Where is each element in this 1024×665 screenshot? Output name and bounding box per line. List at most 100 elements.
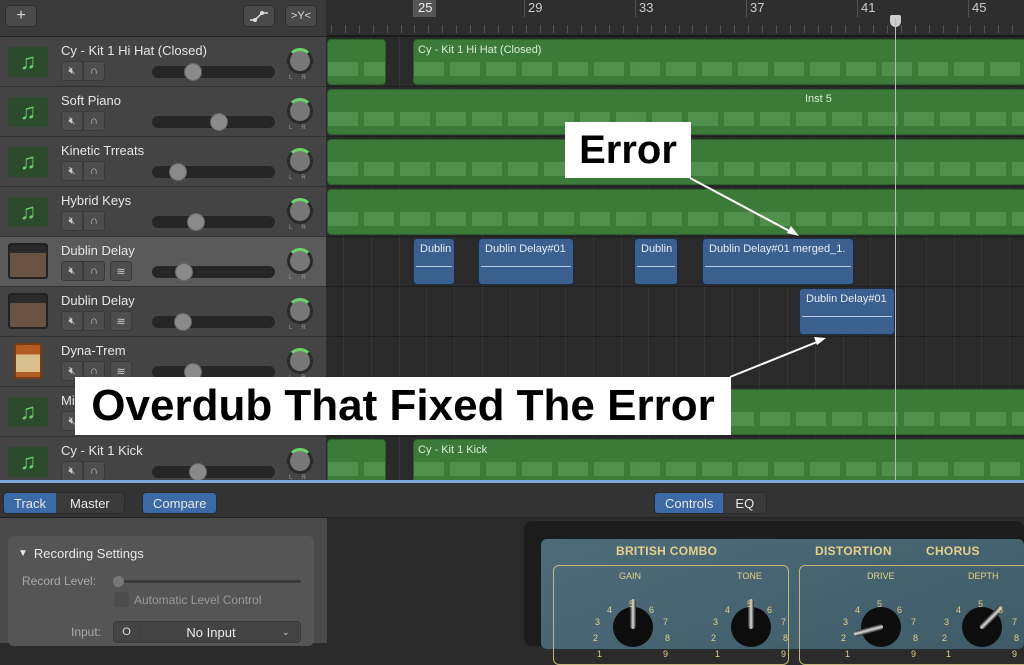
solo-button[interactable]: ∩ — [83, 161, 105, 181]
automation-button[interactable] — [243, 5, 275, 27]
mute-button[interactable]: 🔇︎ — [61, 61, 83, 81]
pan-knob[interactable] — [287, 98, 313, 124]
ruler-tick — [914, 25, 916, 33]
pan-knob[interactable] — [287, 148, 313, 174]
tone-knob[interactable] — [731, 599, 771, 647]
track-name[interactable]: Dublin Delay — [61, 243, 135, 258]
midi-region[interactable] — [327, 439, 386, 480]
recording-settings-header[interactable]: ▼ Recording Settings — [18, 546, 144, 561]
volume-slider[interactable] — [152, 63, 275, 81]
track-name[interactable]: Dyna-Trem — [61, 343, 126, 358]
grid-line — [370, 287, 372, 336]
tab-track[interactable]: Track — [4, 493, 57, 513]
volume-slider-knob[interactable] — [186, 213, 205, 231]
volume-slider[interactable] — [152, 163, 275, 181]
solo-button[interactable]: ∩ — [83, 261, 105, 281]
record-level-slider[interactable] — [113, 576, 301, 587]
audio-region[interactable]: Dublin Delay#01 — [478, 238, 574, 285]
volume-slider[interactable] — [152, 313, 275, 331]
mute-button[interactable]: 🔇︎ — [61, 111, 83, 131]
volume-slider[interactable] — [152, 263, 275, 281]
pan-knob[interactable] — [287, 198, 313, 224]
track-header[interactable]: Dublin Delay 🔇︎ ∩ ≋ LR — [0, 237, 326, 287]
add-track-button[interactable]: + — [5, 5, 37, 27]
ruler-tick — [956, 25, 958, 33]
pan-knob[interactable] — [287, 248, 313, 274]
volume-slider-knob[interactable] — [183, 63, 202, 81]
track-name[interactable]: Cy - Kit 1 Kick — [61, 443, 143, 458]
ruler-tick — [887, 25, 888, 33]
track-lane[interactable] — [327, 287, 1024, 337]
grid-line — [731, 337, 733, 386]
input-monitoring-button[interactable]: ≋ — [110, 261, 132, 281]
volume-slider[interactable] — [152, 213, 275, 231]
volume-slider-knob[interactable] — [188, 463, 207, 481]
volume-slider-knob[interactable] — [175, 263, 194, 281]
midi-region[interactable]: Cy - Kit 1 Kick — [413, 439, 1024, 480]
pan-knob[interactable] — [287, 348, 313, 374]
ruler-tick — [831, 25, 833, 33]
midi-region[interactable] — [327, 189, 1024, 235]
catch-playhead-button[interactable]: >Y< — [285, 5, 317, 27]
alc-checkbox[interactable] — [114, 592, 129, 607]
solo-button[interactable]: ∩ — [83, 111, 105, 131]
pan-knob[interactable] — [287, 448, 313, 474]
drive-knob[interactable] — [853, 607, 901, 647]
knob-label: TONE — [737, 571, 762, 581]
record-level-knob[interactable] — [113, 576, 124, 587]
bar-ruler[interactable]: 25 29 33 37 41 45 — [327, 0, 1024, 37]
mute-button[interactable]: 🔇︎ — [61, 461, 83, 481]
solo-button[interactable]: ∩ — [83, 61, 105, 81]
gain-knob[interactable] — [613, 599, 653, 647]
ruler-tick — [803, 25, 805, 33]
track-header[interactable]: ♫ Kinetic Trreats 🔇︎ ∩ LR — [0, 137, 326, 187]
track-header[interactable]: ♫ Cy - Kit 1 Hi Hat (Closed) 🔇︎ ∩ LR — [0, 37, 326, 87]
pan-right-label: R — [301, 125, 315, 131]
track-header[interactable]: Dublin Delay 🔇︎ ∩ ≋ LR — [0, 287, 326, 337]
volume-slider[interactable] — [152, 113, 275, 131]
solo-button[interactable]: ∩ — [83, 311, 105, 331]
ruler-tick — [650, 25, 652, 33]
audio-region[interactable]: Dublin — [413, 238, 455, 285]
mono-input-icon[interactable]: O — [114, 626, 140, 638]
mute-button[interactable]: 🔇︎ — [61, 211, 83, 231]
knob-scale-number: 5 — [978, 599, 984, 609]
track-name[interactable]: Mi — [61, 393, 75, 408]
track-name[interactable]: Dublin Delay — [61, 293, 135, 308]
volume-slider-knob[interactable] — [174, 313, 193, 331]
midi-notes — [328, 462, 385, 476]
track-name[interactable]: Cy - Kit 1 Hi Hat (Closed) — [61, 43, 207, 58]
track-name[interactable]: Kinetic Trreats — [61, 143, 144, 158]
volume-slider-knob[interactable] — [168, 163, 187, 181]
grid-line — [759, 337, 761, 386]
solo-button[interactable]: ∩ — [83, 211, 105, 231]
track-name[interactable]: Hybrid Keys — [61, 193, 131, 208]
solo-button[interactable]: ∩ — [83, 461, 105, 481]
mute-button[interactable]: 🔇︎ — [61, 161, 83, 181]
mute-button[interactable]: 🔇︎ — [61, 311, 83, 331]
audio-region[interactable]: Dublin Delay#01 merged_1. — [702, 238, 854, 285]
ruler-tick — [581, 25, 583, 33]
track-header[interactable]: ♫ Hybrid Keys 🔇︎ ∩ LR — [0, 187, 326, 237]
input-select[interactable]: O No Input ⌄ — [113, 621, 301, 643]
tab-controls[interactable]: Controls — [655, 493, 724, 513]
depth-knob[interactable] — [962, 605, 1004, 647]
pan-knob[interactable] — [287, 298, 313, 324]
tab-master[interactable]: Master — [56, 493, 124, 513]
midi-region[interactable] — [327, 39, 386, 85]
mute-button[interactable]: 🔇︎ — [61, 261, 83, 281]
audio-region[interactable]: Dublin Delay#01 — [799, 288, 895, 335]
audio-region[interactable]: Dublin — [634, 238, 678, 285]
pan-left-label: L — [289, 225, 302, 231]
compare-button[interactable]: Compare — [143, 493, 217, 513]
track-name[interactable]: Soft Piano — [61, 93, 121, 108]
pan-knob[interactable] — [287, 48, 313, 74]
grid-line — [953, 237, 955, 286]
track-header[interactable]: ♫ Soft Piano 🔇︎ ∩ LR — [0, 87, 326, 137]
volume-slider-knob[interactable] — [209, 113, 228, 131]
volume-slider[interactable] — [152, 463, 275, 481]
midi-region[interactable]: Cy - Kit 1 Hi Hat (Closed) — [413, 39, 1024, 85]
tab-eq[interactable]: EQ — [723, 493, 767, 513]
ruler-tick — [414, 25, 416, 33]
input-monitoring-button[interactable]: ≋ — [110, 311, 132, 331]
